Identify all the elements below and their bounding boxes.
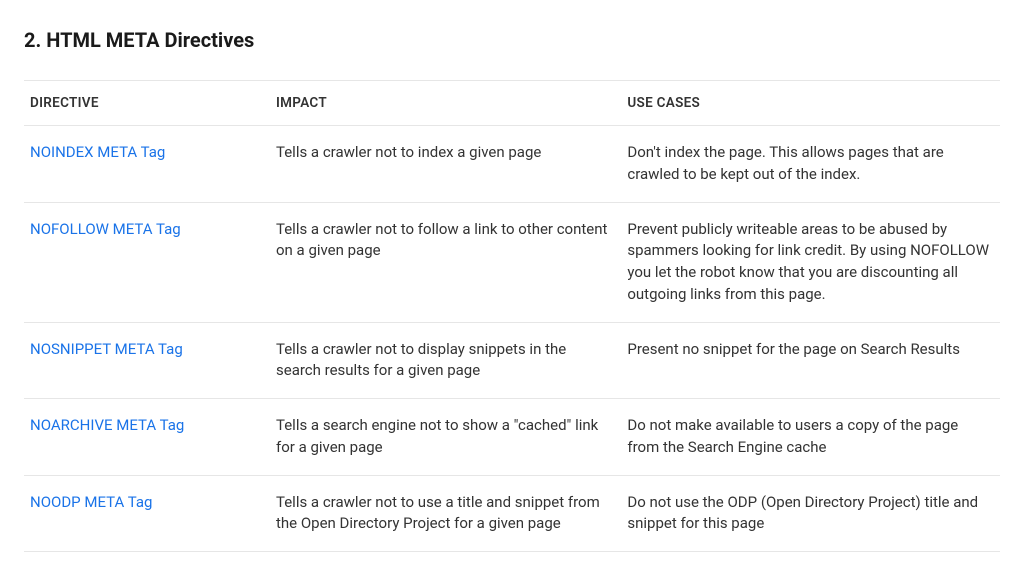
table-row: NOFOLLOW META Tag Tells a crawler not to… bbox=[24, 202, 1000, 322]
directive-link-noindex[interactable]: NOINDEX META Tag bbox=[30, 143, 165, 161]
impact-cell: Tells a crawler not to follow a link to … bbox=[268, 202, 619, 322]
meta-directives-table: DIRECTIVE IMPACT USE CASES NOINDEX META … bbox=[24, 80, 1000, 552]
usecases-cell: Prevent publicly writeable areas to be a… bbox=[619, 202, 1000, 322]
table-header-row: DIRECTIVE IMPACT USE CASES bbox=[24, 81, 1000, 126]
impact-cell: Tells a crawler not to use a title and s… bbox=[268, 475, 619, 552]
usecases-cell: Do not make available to users a copy of… bbox=[619, 399, 1000, 476]
table-row: NOODP META Tag Tells a crawler not to us… bbox=[24, 475, 1000, 552]
header-directive: DIRECTIVE bbox=[24, 81, 268, 126]
header-impact: IMPACT bbox=[268, 81, 619, 126]
usecases-cell: Do not use the ODP (Open Directory Proje… bbox=[619, 475, 1000, 552]
impact-cell: Tells a crawler not to display snippets … bbox=[268, 322, 619, 399]
table-row: NOINDEX META Tag Tells a crawler not to … bbox=[24, 126, 1000, 203]
table-row: NOARCHIVE META Tag Tells a search engine… bbox=[24, 399, 1000, 476]
usecases-cell: Don't index the page. This allows pages … bbox=[619, 126, 1000, 203]
impact-cell: Tells a search engine not to show a "cac… bbox=[268, 399, 619, 476]
directive-link-nosnippet[interactable]: NOSNIPPET META Tag bbox=[30, 340, 183, 358]
directive-link-noarchive[interactable]: NOARCHIVE META Tag bbox=[30, 416, 184, 434]
impact-cell: Tells a crawler not to index a given pag… bbox=[268, 126, 619, 203]
directive-link-noodp[interactable]: NOODP META Tag bbox=[30, 493, 152, 511]
header-usecases: USE CASES bbox=[619, 81, 1000, 126]
usecases-cell: Present no snippet for the page on Searc… bbox=[619, 322, 1000, 399]
section-heading: 2. HTML META Directives bbox=[24, 28, 1000, 52]
table-row: NOSNIPPET META Tag Tells a crawler not t… bbox=[24, 322, 1000, 399]
directive-link-nofollow[interactable]: NOFOLLOW META Tag bbox=[30, 220, 181, 238]
